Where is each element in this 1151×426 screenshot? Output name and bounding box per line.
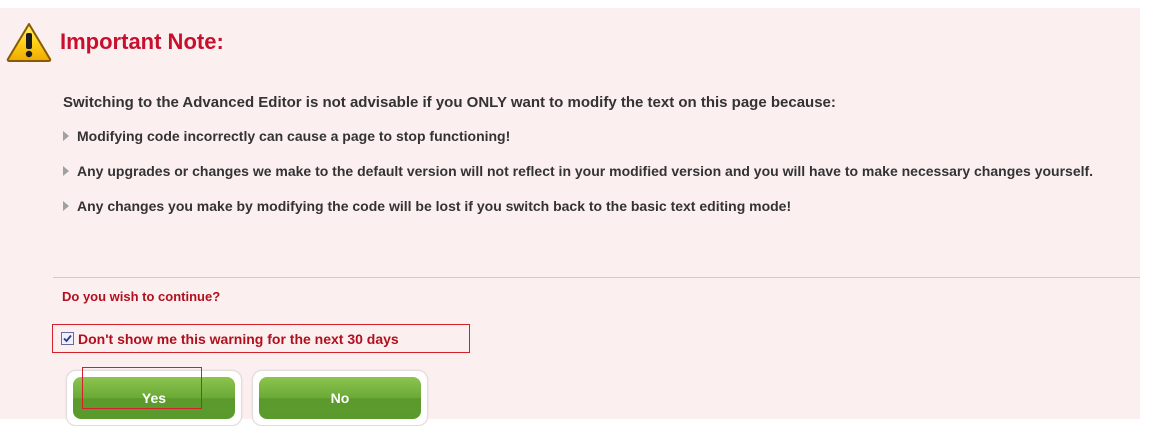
no-button-frame: No [252, 370, 428, 426]
dialog-title: Important Note: [60, 29, 224, 54]
yes-button-frame: Yes [66, 370, 242, 426]
bullet-text: Modifying code incorrectly can cause a p… [77, 128, 511, 144]
list-item: Modifying code incorrectly can cause a p… [63, 126, 1123, 147]
bullet-arrow-icon [63, 166, 69, 176]
checkbox-label[interactable]: Don't show me this warning for the next … [78, 331, 399, 347]
bullet-text: Any changes you make by modifying the co… [77, 198, 792, 214]
warning-dialog: Important Note: Switching to the Advance… [0, 8, 1140, 426]
continue-question: Do you wish to continue? [62, 289, 221, 304]
warning-list: Modifying code incorrectly can cause a p… [63, 126, 1123, 231]
dont-show-warning-option[interactable]: Don't show me this warning for the next … [52, 324, 470, 353]
no-button[interactable]: No [259, 377, 421, 419]
checkmark-icon [63, 334, 72, 343]
list-item: Any changes you make by modifying the co… [63, 196, 1123, 217]
intro-text: Switching to the Advanced Editor is not … [63, 94, 836, 111]
list-item: Any upgrades or changes we make to the d… [63, 161, 1123, 182]
divider [53, 277, 1140, 278]
dialog-header: Important Note: [6, 23, 224, 62]
warning-triangle-icon [6, 22, 52, 62]
yes-button[interactable]: Yes [73, 377, 235, 419]
bullet-arrow-icon [63, 131, 69, 141]
dont-show-warning-checkbox[interactable] [61, 332, 74, 345]
bullet-text: Any upgrades or changes we make to the d… [77, 163, 1094, 179]
bullet-arrow-icon [63, 201, 69, 211]
